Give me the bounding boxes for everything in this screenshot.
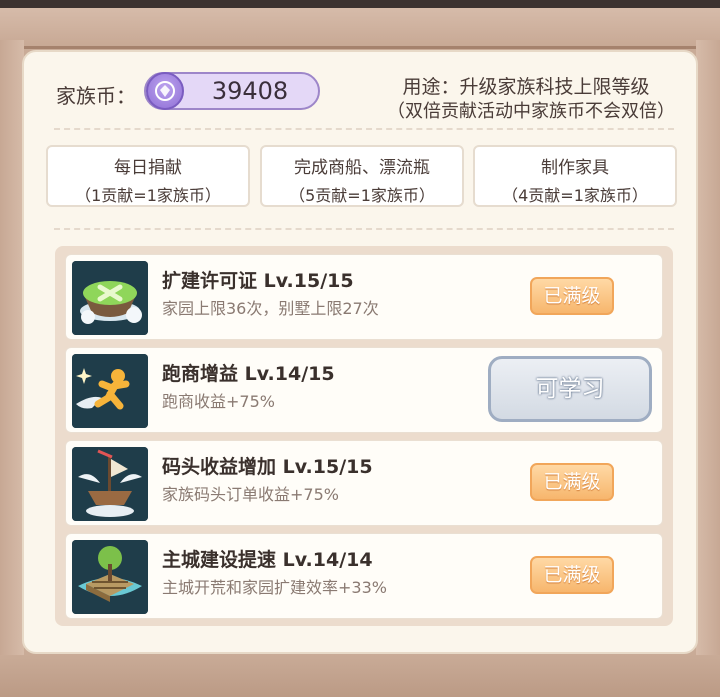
skill-name: 码头收益增加 Lv.15/15	[162, 456, 373, 478]
flying-ship-icon	[72, 447, 148, 521]
usage-text: 用途：升级家族科技上限等级	[402, 76, 650, 98]
source-title: 每日捐献	[114, 158, 182, 178]
source-rate: （1贡献=1家族币）	[75, 186, 221, 205]
city-construction-icon	[72, 540, 148, 614]
usage-note: （双倍贡献活动中家族币不会双倍）	[387, 101, 675, 122]
top-frame	[0, 0, 720, 49]
learn-button[interactable]: 可学习	[488, 356, 652, 422]
skill-name: 主城建设提速 Lv.14/14	[162, 549, 373, 571]
skill-row-expansion-permit: 扩建许可证 Lv.15/15 家园上限36次，别墅上限27次 已满级	[65, 254, 663, 340]
family-coin-panel: 家族币： 39408 用途：升级家族科技上限等级 （双倍贡献活动中家族币不会双倍…	[22, 50, 698, 654]
source-daily-donation: 每日捐献 （1贡献=1家族币）	[46, 145, 250, 207]
coin-balance-value: 39408	[211, 77, 289, 105]
running-merchant-icon	[72, 354, 148, 428]
bottom-frame	[0, 655, 720, 697]
skill-row-city-construction: 主城建设提速 Lv.14/14 主城开荒和家园扩建效率+33% 已满级	[65, 533, 663, 619]
skill-description: 家族码头订单收益+75%	[162, 485, 339, 504]
skill-description: 主城开荒和家园扩建效率+33%	[162, 578, 387, 597]
left-frame	[0, 40, 24, 697]
source-title: 完成商船、漂流瓶	[294, 158, 430, 178]
source-furniture: 制作家具 （4贡献=1家族币）	[473, 145, 677, 207]
skill-description: 跑商收益+75%	[162, 392, 275, 411]
right-frame	[696, 40, 720, 697]
skill-row-merchant-boost: 跑商增益 Lv.14/15 跑商收益+75% 可学习	[65, 347, 663, 433]
family-coin-icon	[146, 72, 184, 110]
source-rate: （4贡献=1家族币）	[502, 186, 648, 205]
skill-name: 扩建许可证 Lv.15/15	[162, 270, 354, 292]
max-level-button[interactable]: 已满级	[530, 277, 614, 315]
source-title: 制作家具	[541, 158, 609, 178]
coin-label: 家族币：	[56, 84, 136, 108]
divider	[54, 128, 674, 130]
skill-row-dock-income: 码头收益增加 Lv.15/15 家族码头订单收益+75% 已满级	[65, 440, 663, 526]
expansion-permit-island-icon	[72, 261, 148, 335]
top-frame-stripe	[0, 0, 720, 8]
source-rate: （5贡献=1家族币）	[289, 186, 435, 205]
skill-description: 家园上限36次，别墅上限27次	[162, 299, 379, 318]
max-level-button[interactable]: 已满级	[530, 556, 614, 594]
max-level-button[interactable]: 已满级	[530, 463, 614, 501]
source-ship-bottle: 完成商船、漂流瓶 （5贡献=1家族币）	[260, 145, 464, 207]
skill-name: 跑商增益 Lv.14/15	[162, 363, 335, 385]
coin-balance-pill: 39408	[144, 72, 320, 110]
skill-list: 扩建许可证 Lv.15/15 家园上限36次，别墅上限27次 已满级 跑商增益 …	[55, 246, 673, 626]
divider	[54, 228, 674, 230]
